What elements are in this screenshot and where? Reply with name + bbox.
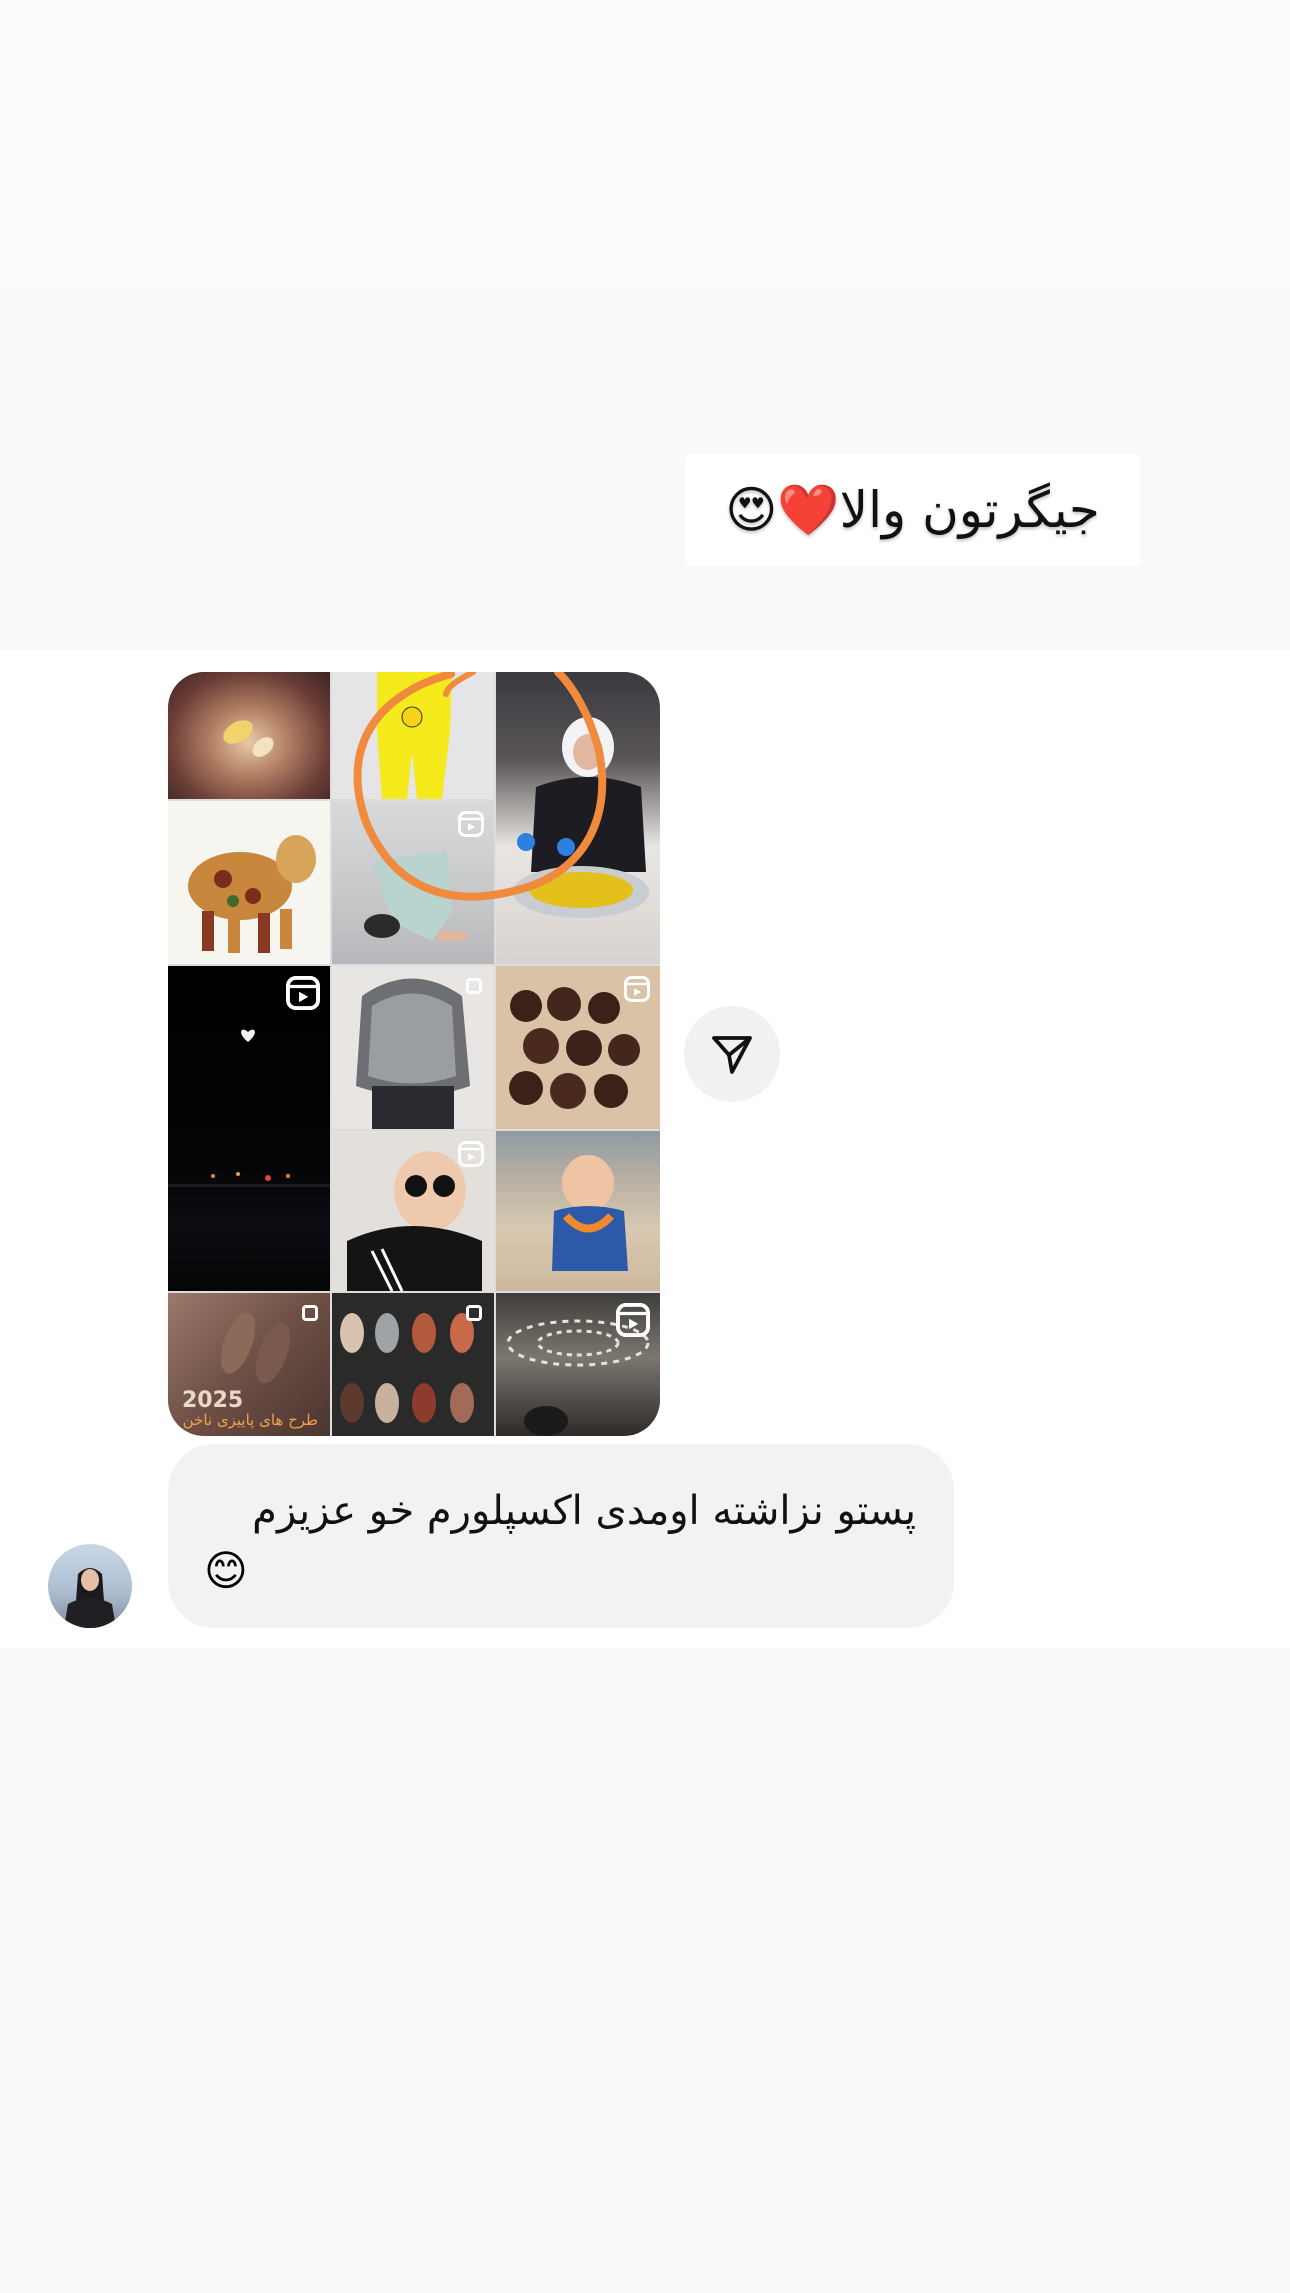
tile-yellow-baby-outfit[interactable] — [332, 672, 494, 799]
share-button[interactable] — [684, 1006, 780, 1102]
story-caption-text: جیگرتون والا❤️😍 — [725, 480, 1100, 539]
sender-avatar[interactable] — [48, 1544, 132, 1628]
reel-icon — [458, 1141, 484, 1167]
shared-post-grid[interactable]: 2025 طرح های پاییزی ناخن — [168, 672, 660, 1436]
reel-icon — [616, 1303, 650, 1337]
tile-nail-colors[interactable] — [332, 1293, 494, 1436]
baby-beach-art — [552, 1155, 628, 1271]
tile-ceiling-lights[interactable] — [496, 1293, 660, 1436]
reel-icon — [286, 976, 320, 1010]
top-empty-area — [0, 0, 1290, 285]
paper-plane-icon — [712, 1036, 752, 1074]
reel-icon — [458, 811, 484, 837]
message-text: پستو نزاشته اومدی اکسپلورم خو عزیزم — [252, 1488, 916, 1534]
message-bubble[interactable]: پستو نزاشته اومدی اکسپلورم خو عزیزم 😊 — [168, 1444, 954, 1628]
tile-baby-beach[interactable] — [496, 1131, 660, 1291]
tile-baby-pants[interactable] — [332, 801, 494, 964]
nails-hand-art — [223, 720, 274, 757]
seed-cow-art — [188, 835, 316, 953]
night-road-art — [168, 1029, 330, 1187]
tile-baby-sunglasses[interactable] — [332, 1131, 494, 1291]
message-emoji: 😊 — [204, 1546, 248, 1595]
tile-nails-hand[interactable] — [168, 672, 330, 799]
tile-autumn-nails[interactable]: 2025 طرح های پاییزی ناخن — [168, 1293, 330, 1436]
woman-cooking-art — [513, 717, 649, 918]
tile-woman-cooking[interactable] — [496, 672, 660, 964]
tile-seed-cow-art[interactable] — [168, 801, 330, 964]
carousel-icon — [302, 1305, 318, 1321]
carousel-icon — [466, 978, 482, 994]
story-caption[interactable]: جیگرتون والا❤️😍 — [685, 454, 1140, 566]
reel-icon — [624, 976, 650, 1002]
tile-night-road[interactable] — [168, 966, 330, 1291]
avatar-photo — [64, 1568, 116, 1628]
tile-bob-haircut[interactable] — [332, 966, 494, 1129]
bottom-empty-area — [0, 1648, 1290, 2293]
autumn-nails-year: 2025 — [182, 1388, 244, 1413]
carousel-icon — [466, 1305, 482, 1321]
autumn-nails-caption: طرح های پاییزی ناخن — [182, 1411, 318, 1429]
yellow-outfit-art — [377, 672, 452, 799]
tile-chocolate-balls[interactable] — [496, 966, 660, 1129]
